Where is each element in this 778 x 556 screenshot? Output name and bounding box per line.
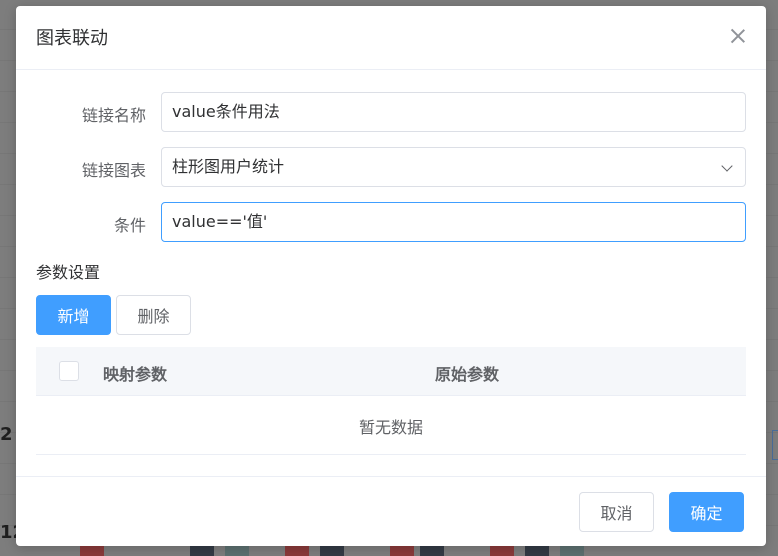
add-param-button[interactable]: 新增 — [36, 295, 111, 335]
close-icon[interactable] — [728, 26, 748, 46]
params-section-title: 参数设置 — [36, 263, 101, 282]
background-chart-label: 2 — [0, 424, 13, 445]
column-header-original-param: 原始参数 — [435, 365, 500, 384]
delete-param-button[interactable]: 删除 — [116, 295, 191, 335]
column-header-mapped-param: 映射参数 — [103, 365, 168, 384]
link-name-label: 链接名称 — [81, 106, 146, 125]
link-name-input[interactable]: value条件用法 — [161, 92, 746, 132]
link-chart-label: 链接图表 — [81, 161, 146, 180]
chevron-down-icon — [721, 160, 733, 172]
params-table: 映射参数 原始参数 暂无数据 — [36, 347, 746, 455]
confirm-button[interactable]: 确定 — [669, 492, 744, 532]
params-table-body: 暂无数据 — [36, 396, 746, 455]
dialog-header: 图表联动 — [16, 6, 766, 70]
dialog-footer: 取消 确定 — [16, 476, 766, 546]
condition-label: 条件 — [113, 216, 146, 235]
dialog-title: 图表联动 — [36, 28, 108, 49]
form-row-link-chart: 链接图表 柱形图用户统计 — [16, 147, 766, 187]
empty-table-text: 暂无数据 — [358, 418, 423, 437]
form-row-condition: 条件 value=='值' — [16, 202, 766, 242]
link-chart-selected-value: 柱形图用户统计 — [172, 157, 285, 176]
condition-input[interactable]: value=='值' — [161, 202, 746, 242]
cancel-button[interactable]: 取消 — [579, 492, 654, 532]
params-table-header: 映射参数 原始参数 — [36, 347, 746, 396]
background-panel-edge — [772, 430, 778, 460]
form-row-link-name: 链接名称 value条件用法 — [16, 92, 766, 132]
link-chart-select[interactable]: 柱形图用户统计 — [161, 147, 746, 187]
select-all-checkbox[interactable] — [59, 361, 79, 381]
chart-link-dialog: 图表联动 链接名称 value条件用法 链接图表 柱形图用户统计 条件 valu… — [16, 6, 766, 546]
